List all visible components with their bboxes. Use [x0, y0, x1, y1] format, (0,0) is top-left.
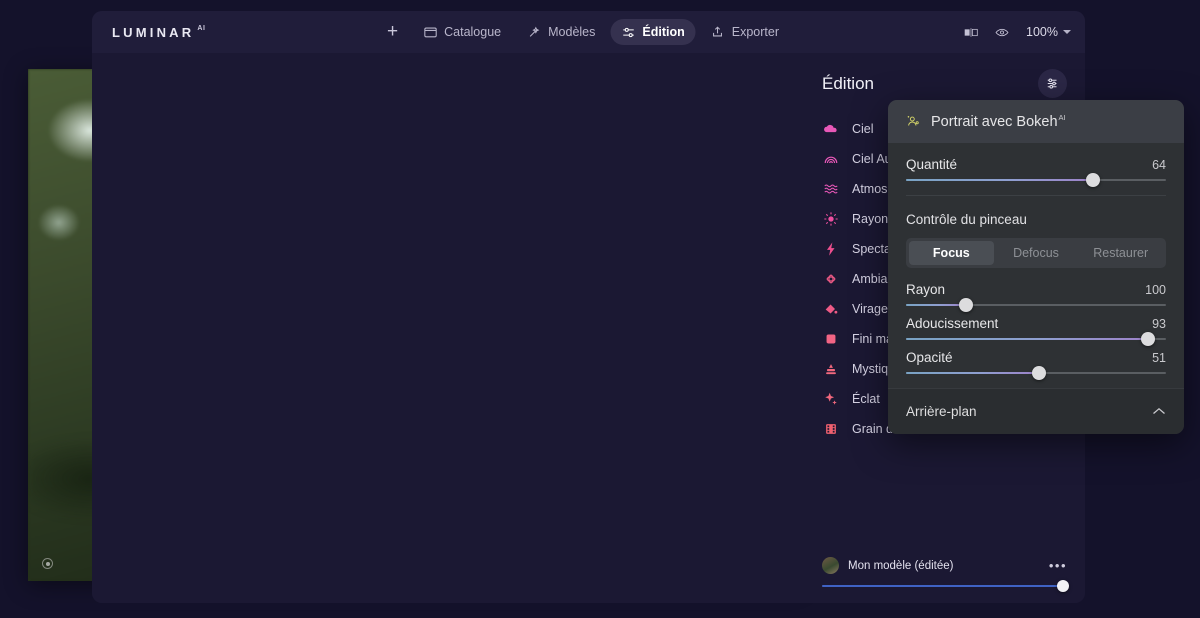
nav-tab-edition[interactable]: Édition	[610, 19, 695, 45]
chevron-down-icon	[1063, 30, 1071, 34]
brush-mode-segmented-control: Focus Defocus Restaurer	[906, 238, 1166, 268]
adoucissement-slider-track[interactable]	[906, 338, 1166, 340]
brush-section-title: Contrôle du pinceau	[906, 212, 1166, 227]
eye-icon[interactable]	[995, 25, 1009, 39]
cloud-icon	[822, 121, 839, 138]
opacite-slider-fill	[906, 372, 1039, 374]
adoucissement-slider-label: Adoucissement	[906, 316, 998, 331]
adoucissement-slider-labels: Adoucissement 93	[906, 316, 1166, 331]
portrait-bokeh-icon	[906, 114, 920, 128]
add-image-button[interactable]: +	[387, 22, 408, 43]
bokeh-panel-title: Portrait avec BokehAI	[931, 113, 1066, 130]
edit-panel-header: Édition	[804, 53, 1085, 102]
sun-rays-icon	[822, 211, 839, 228]
model-opacity-fill	[822, 585, 1060, 587]
amount-slider-knob[interactable]	[1086, 173, 1100, 187]
opacite-slider-labels: Opacité 51	[906, 350, 1166, 365]
amount-slider-track[interactable]	[906, 179, 1166, 181]
paint-bucket-icon	[822, 301, 839, 318]
canvas-area	[92, 53, 804, 603]
bokeh-panel-title-text: Portrait avec Bokeh	[931, 114, 1058, 130]
rayon-slider-row: Rayon 100	[906, 282, 1166, 306]
rayon-slider-knob[interactable]	[959, 298, 973, 312]
share-icon	[711, 25, 725, 39]
amount-slider-fill	[906, 179, 1093, 181]
background-section-header[interactable]: Arrière-plan	[888, 388, 1184, 434]
opacite-slider-value: 51	[1152, 351, 1166, 365]
model-bar: Mon modèle (éditée) •••	[804, 557, 1085, 603]
nav-tab-edition-label: Édition	[642, 25, 684, 39]
sliders-circle-icon	[1046, 77, 1060, 91]
flower-icon	[822, 271, 839, 288]
amount-slider-value: 64	[1152, 158, 1166, 172]
tool-item-ciel-label: Ciel	[852, 122, 874, 136]
amount-slider-row: Quantité 64	[906, 157, 1166, 181]
app-logo: LUMINAR AI	[112, 25, 206, 40]
rayon-slider-labels: Rayon 100	[906, 282, 1166, 297]
film-icon	[822, 421, 839, 438]
bokeh-panel-title-sup: AI	[1059, 113, 1066, 122]
adoucissement-slider-row: Adoucissement 93	[906, 316, 1166, 340]
brush-mode-restaurer[interactable]: Restaurer	[1078, 241, 1163, 265]
nav-tab-catalogue-label: Catalogue	[444, 25, 501, 39]
adoucissement-slider-fill	[906, 338, 1148, 340]
more-dots-icon[interactable]: •••	[1049, 558, 1067, 573]
tool-item-eclat-label: Éclat	[852, 392, 880, 406]
rayon-slider-value: 100	[1145, 283, 1166, 297]
opacite-slider-track[interactable]	[906, 372, 1166, 374]
photo-thumb-icon[interactable]	[822, 557, 839, 574]
opacite-slider-label: Opacité	[906, 350, 953, 365]
waves-icon	[822, 181, 839, 198]
rayon-slider-track[interactable]	[906, 304, 1166, 306]
brush-mode-focus[interactable]: Focus	[909, 241, 994, 265]
chevron-up-icon[interactable]	[1152, 404, 1166, 418]
nav-tab-catalogue[interactable]: Catalogue	[412, 19, 512, 45]
adoucissement-slider-knob[interactable]	[1141, 332, 1155, 346]
square-icon	[822, 331, 839, 348]
folder-icon	[423, 25, 437, 39]
nav-tab-exporter[interactable]: Exporter	[700, 19, 790, 45]
model-opacity-knob[interactable]	[1057, 580, 1069, 592]
brand-name: LUMINAR	[112, 25, 194, 40]
bolt-icon	[822, 241, 839, 258]
brand-superscript: AI	[197, 25, 205, 32]
page-title: Édition	[822, 74, 874, 94]
screen: ANTES DE DESPUÉS LUMINAR AI + Cata	[0, 0, 1200, 618]
sliders-icon	[621, 25, 635, 39]
rayon-slider-label: Rayon	[906, 282, 945, 297]
top-toolbar: LUMINAR AI + Catalogue	[92, 11, 1085, 53]
top-toolbar-right: 100%	[964, 25, 1071, 39]
nav-tab-modeles-label: Modèles	[548, 25, 595, 39]
zoom-level-value: 100%	[1026, 25, 1058, 39]
brush-mode-defocus[interactable]: Defocus	[994, 241, 1079, 265]
amount-slider-label: Quantité	[906, 157, 957, 172]
background-section-label: Arrière-plan	[906, 404, 977, 419]
compare-view-icon[interactable]	[964, 25, 978, 39]
main-nav: + Catalogue Modèles	[387, 19, 790, 45]
nav-tab-modeles[interactable]: Modèles	[516, 19, 606, 45]
bokeh-panel-header[interactable]: Portrait avec BokehAI	[888, 100, 1184, 143]
model-opacity-slider[interactable]	[822, 585, 1067, 587]
bokeh-panel: Portrait avec BokehAI Quantité 64 Contrô…	[888, 100, 1184, 434]
nav-tab-exporter-label: Exporter	[732, 25, 779, 39]
amount-slider-labels: Quantité 64	[906, 157, 1166, 172]
panel-settings-button[interactable]	[1038, 69, 1067, 98]
rayon-slider-fill	[906, 304, 966, 306]
sparkle-icon	[822, 391, 839, 408]
opacite-slider-knob[interactable]	[1032, 366, 1046, 380]
zoom-level-selector[interactable]: 100%	[1026, 25, 1071, 39]
rainbow-icon	[822, 151, 839, 168]
model-name-label: Mon modèle (éditée)	[848, 560, 1040, 572]
mystical-icon	[822, 361, 839, 378]
bokeh-panel-body: Quantité 64 Contrôle du pinceau Focus De…	[888, 143, 1184, 374]
panel-divider	[906, 195, 1166, 196]
model-row: Mon modèle (éditée) •••	[822, 557, 1067, 574]
wand-icon	[527, 25, 541, 39]
opacite-slider-row: Opacité 51	[906, 350, 1166, 374]
info-dot-icon[interactable]	[42, 558, 53, 569]
adoucissement-slider-value: 93	[1152, 317, 1166, 331]
